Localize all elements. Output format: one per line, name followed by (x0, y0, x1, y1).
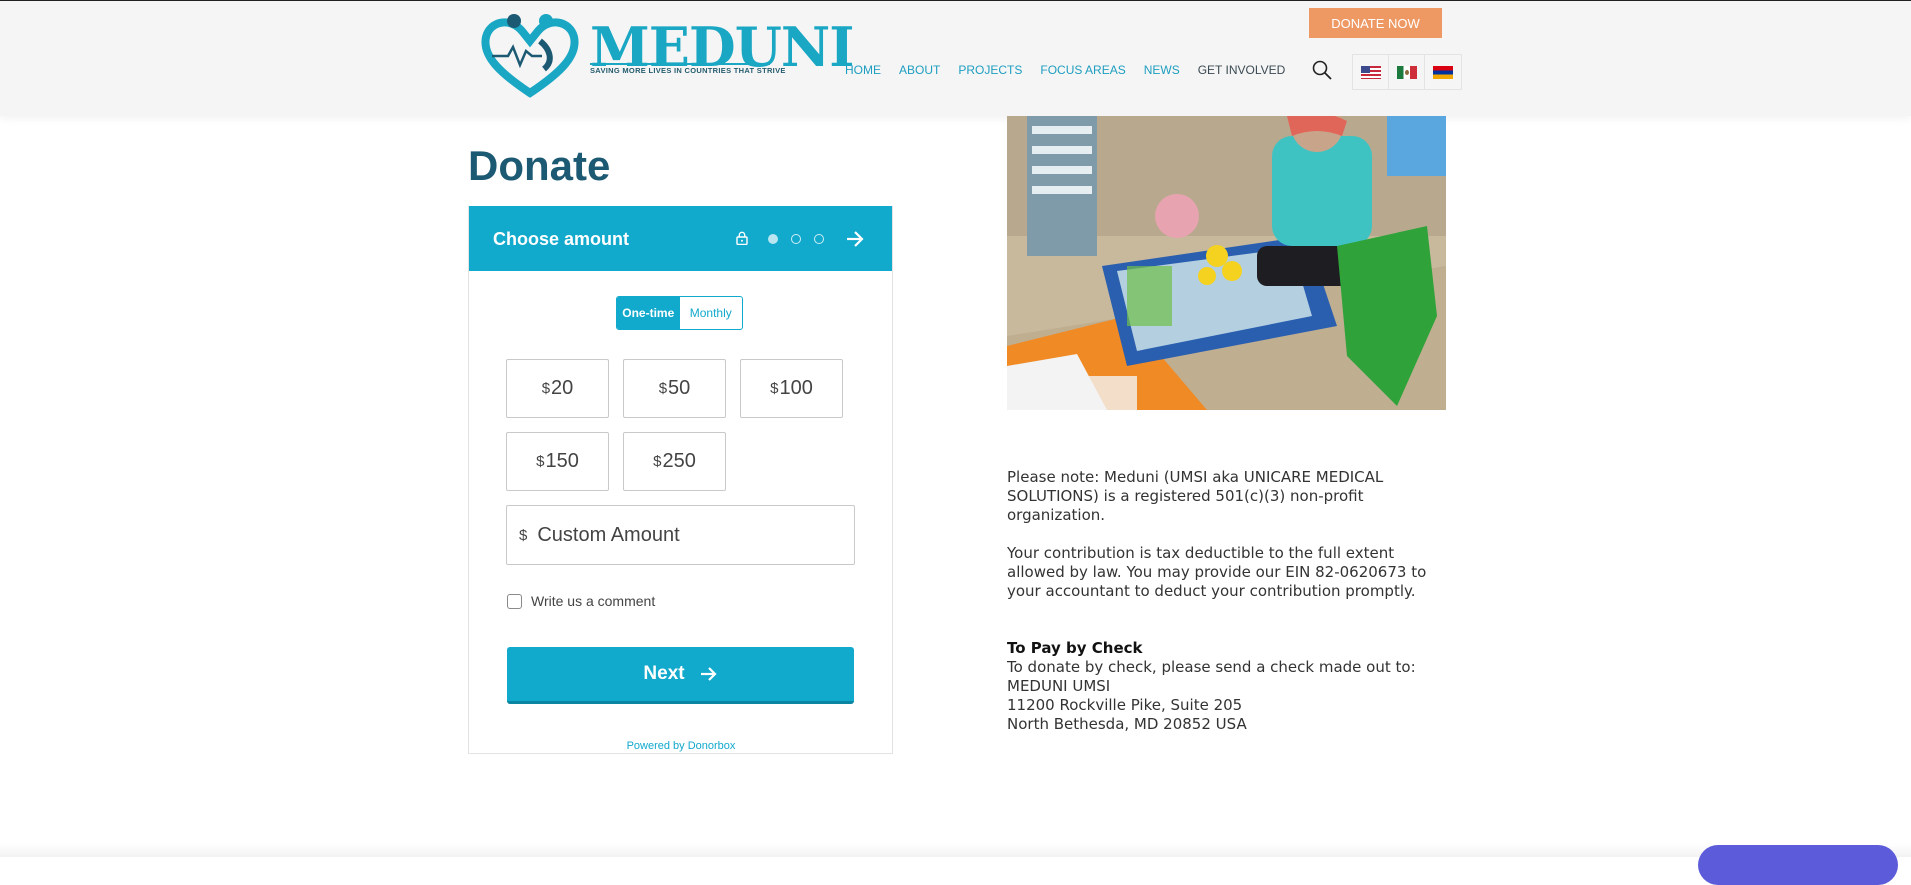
nav-focus-areas[interactable]: FOCUS AREAS (1040, 63, 1125, 77)
nav-news[interactable]: NEWS (1144, 63, 1180, 77)
step-dot-1 (768, 234, 778, 244)
comment-label: Write us a comment (531, 593, 656, 609)
widget-header: Choose amount (469, 206, 892, 271)
address-line: MEDUNI UMSI (1007, 677, 1111, 695)
address-line: North Bethesda, MD 20852 USA (1007, 715, 1247, 733)
amount-option[interactable]: $50 (623, 359, 726, 418)
next-label: Next (643, 663, 685, 684)
frequency-toggle: One-time Monthly (616, 296, 743, 330)
amount-value: 50 (668, 377, 691, 399)
page-title: Donate (468, 142, 611, 189)
amount-value: 20 (551, 377, 574, 399)
nav-get-involved[interactable]: GET INVOLVED (1198, 63, 1286, 77)
donation-info: Please note: Meduni (UMSI aka UNICARE ME… (1007, 468, 1427, 734)
amount-value: 150 (545, 450, 579, 472)
nav-projects[interactable]: PROJECTS (958, 63, 1022, 77)
children-playing-photo (1007, 116, 1446, 410)
amount-option[interactable]: $20 (506, 359, 609, 418)
nonprofit-note: Please note: Meduni (UMSI aka UNICARE ME… (1007, 468, 1384, 524)
step-title: Choose amount (493, 229, 630, 249)
tax-note: Your contribution is tax deductible to t… (1007, 544, 1427, 600)
armenia-flag-icon[interactable] (1425, 55, 1460, 89)
us-flag-icon[interactable] (1353, 55, 1389, 89)
nav-home[interactable]: HOME (845, 63, 881, 77)
donate-now-button[interactable]: DONATE NOW (1309, 8, 1442, 38)
custom-amount-input[interactable] (535, 522, 830, 548)
amount-option[interactable]: $100 (740, 359, 843, 418)
mexico-flag-icon[interactable] (1389, 55, 1425, 89)
amount-value: 100 (779, 377, 813, 399)
next-button[interactable]: Next (507, 647, 854, 704)
heart-logo-icon (481, 14, 579, 98)
logo-tagline: SAVING MORE LIVES IN COUNTRIES THAT STRI… (590, 66, 786, 75)
site-header: MEDUNI SAVING MORE LIVES IN COUNTRIES TH… (0, 1, 1911, 116)
check-heading: To Pay by Check (1007, 639, 1143, 657)
comment-option[interactable]: Write us a comment (507, 593, 655, 609)
monthly-option[interactable]: Monthly (680, 297, 743, 329)
step-dot-2 (791, 234, 801, 244)
step-dot-3 (814, 234, 824, 244)
arrow-right-icon (700, 667, 717, 681)
language-switcher (1352, 54, 1462, 90)
donation-widget: Choose amount One-time Monthly $20 $50 $… (468, 206, 893, 754)
main-nav: HOME ABOUT PROJECTS FOCUS AREAS NEWS GET… (845, 63, 1303, 77)
amount-value: 250 (662, 450, 696, 472)
footer-edge (0, 843, 1911, 857)
lock-icon (736, 231, 748, 245)
arrow-right-icon[interactable] (845, 230, 865, 248)
nav-about[interactable]: ABOUT (899, 63, 940, 77)
one-time-option[interactable]: One-time (617, 297, 680, 329)
powered-by-link[interactable]: Powered by Donorbox (469, 740, 892, 752)
check-intro: To donate by check, please send a check … (1007, 658, 1416, 676)
photo-illustration (1007, 116, 1446, 410)
chat-widget-button[interactable] (1698, 845, 1898, 885)
comment-checkbox[interactable] (507, 593, 522, 609)
address-line: 11200 Rockville Pike, Suite 205 (1007, 696, 1243, 714)
amount-option[interactable]: $150 (506, 432, 609, 491)
search-icon[interactable] (1311, 59, 1333, 81)
custom-amount-field: $ (506, 505, 855, 565)
logo-underline (590, 63, 770, 65)
meduni-logo[interactable]: MEDUNI SAVING MORE LIVES IN COUNTRIES TH… (480, 11, 854, 99)
currency-symbol: $ (519, 526, 528, 544)
amount-option[interactable]: $250 (623, 432, 726, 491)
